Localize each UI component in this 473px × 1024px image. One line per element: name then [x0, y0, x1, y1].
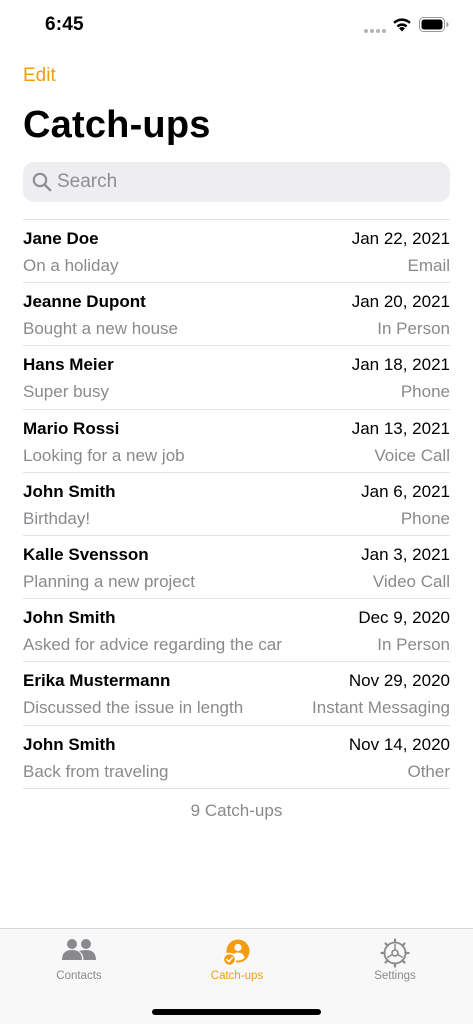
- catch-up-note: Bought a new house: [23, 319, 179, 339]
- status-time: 6:45: [45, 14, 84, 35]
- tab-label: Contacts: [56, 970, 102, 982]
- catch-up-note: Asked for advice regarding the car: [23, 635, 282, 655]
- catch-up-note: Planning a new project: [23, 571, 196, 591]
- table-row[interactable]: Jeanne Dupont Jan 20, 2021 Bought a new ho…: [23, 283, 450, 347]
- catch-up-date: Jan 3, 2021: [361, 544, 450, 564]
- table-row[interactable]: Mario Rossi Jan 13, 2021 Looking for a new…: [23, 410, 450, 473]
- catch-up-name: Mario Rossi: [23, 418, 120, 438]
- tab-contacts[interactable]: Contacts: [0, 929, 158, 991]
- tab-catch-ups[interactable]: Catch-ups: [158, 929, 316, 991]
- catch-up-note: Looking for a new job: [23, 445, 185, 465]
- table-row[interactable]: Erika Mustermann Nov 29, 2020 Discussed th…: [23, 662, 450, 726]
- battery-icon: [419, 17, 449, 32]
- table-row[interactable]: John Smith Nov 14, 2020 Back from travelin…: [23, 726, 450, 789]
- catch-up-date: Jan 18, 2021: [351, 355, 450, 375]
- tab-label: Catch-ups: [210, 970, 264, 982]
- catch-up-name: Jeanne Dupont: [23, 292, 146, 312]
- catch-up-name: Kalle Svensson: [23, 544, 149, 564]
- tab-label: Settings: [374, 970, 416, 982]
- catch-up-date: Nov 14, 2020: [348, 734, 450, 754]
- catch-up-name: Hans Meier: [23, 355, 114, 375]
- search-icon: [32, 172, 52, 192]
- catch-up-date: Nov 29, 2020: [348, 671, 450, 691]
- catch-up-date: Jan 20, 2021: [351, 292, 450, 312]
- catch-up-date: Jan 13, 2021: [351, 418, 450, 438]
- catch-up-type: Instant Messaging: [312, 698, 450, 718]
- catch-ups-icon: [222, 939, 250, 967]
- table-row[interactable]: Jane Doe Jan 22, 2021 On a holiday Email: [23, 220, 450, 284]
- table-row[interactable]: Hans Meier Jan 18, 2021 Super busy Phone: [23, 346, 450, 410]
- catch-up-note: On a holiday: [23, 256, 119, 275]
- catch-up-type: Phone: [400, 508, 450, 528]
- search-bar[interactable]: [23, 162, 450, 202]
- catch-up-note: Birthday!: [23, 508, 91, 528]
- catch-up-note: Discussed the issue in length: [23, 698, 244, 718]
- catch-up-name: Jane Doe: [23, 229, 99, 248]
- page-title: Catch-ups: [23, 104, 211, 146]
- wifi-icon: [393, 18, 411, 32]
- tab-settings[interactable]: Settings: [316, 929, 473, 991]
- gear-icon: [380, 938, 410, 968]
- catch-up-list: Jane Doe Jan 22, 2021 On a holiday Email Jea…: [23, 219, 450, 789]
- table-row[interactable]: John Smith Jan 6, 2021 Birthday! Phone: [23, 473, 450, 536]
- catch-up-note: Super busy: [23, 382, 109, 402]
- catch-up-name: John Smith: [23, 608, 116, 628]
- edit-button[interactable]: Edit: [23, 65, 56, 87]
- catch-up-type: In Person: [377, 635, 450, 655]
- catch-up-date: Jan 6, 2021: [361, 481, 450, 501]
- catch-up-name: John Smith: [23, 481, 116, 501]
- search-input[interactable]: [57, 162, 437, 202]
- catch-up-type: Email: [407, 256, 450, 275]
- table-row[interactable]: John Smith Dec 9, 2020 Asked for advice re…: [23, 599, 450, 663]
- catch-up-note: Back from traveling: [23, 761, 169, 781]
- status-bar: 6:45: [0, 0, 473, 54]
- catch-up-type: Video Call: [372, 571, 450, 591]
- catch-up-count: 9 Catch-ups: [190, 801, 283, 820]
- catch-up-type: Voice Call: [374, 445, 450, 465]
- catch-up-name: Erika Mustermann: [23, 671, 171, 691]
- catch-up-date: Dec 9, 2020: [358, 608, 450, 628]
- catch-up-type: In Person: [377, 319, 450, 339]
- contacts-icon: [62, 939, 96, 960]
- catch-up-name: John Smith: [23, 734, 116, 754]
- home-indicator: [152, 1009, 321, 1015]
- table-row[interactable]: Kalle Svensson Jan 3, 2021 Planning a new …: [23, 536, 450, 600]
- catch-up-type: Phone: [400, 382, 450, 402]
- signal-icon: [364, 29, 386, 33]
- catch-up-date: Jan 22, 2021: [351, 229, 450, 248]
- catch-up-type: Other: [407, 761, 450, 781]
